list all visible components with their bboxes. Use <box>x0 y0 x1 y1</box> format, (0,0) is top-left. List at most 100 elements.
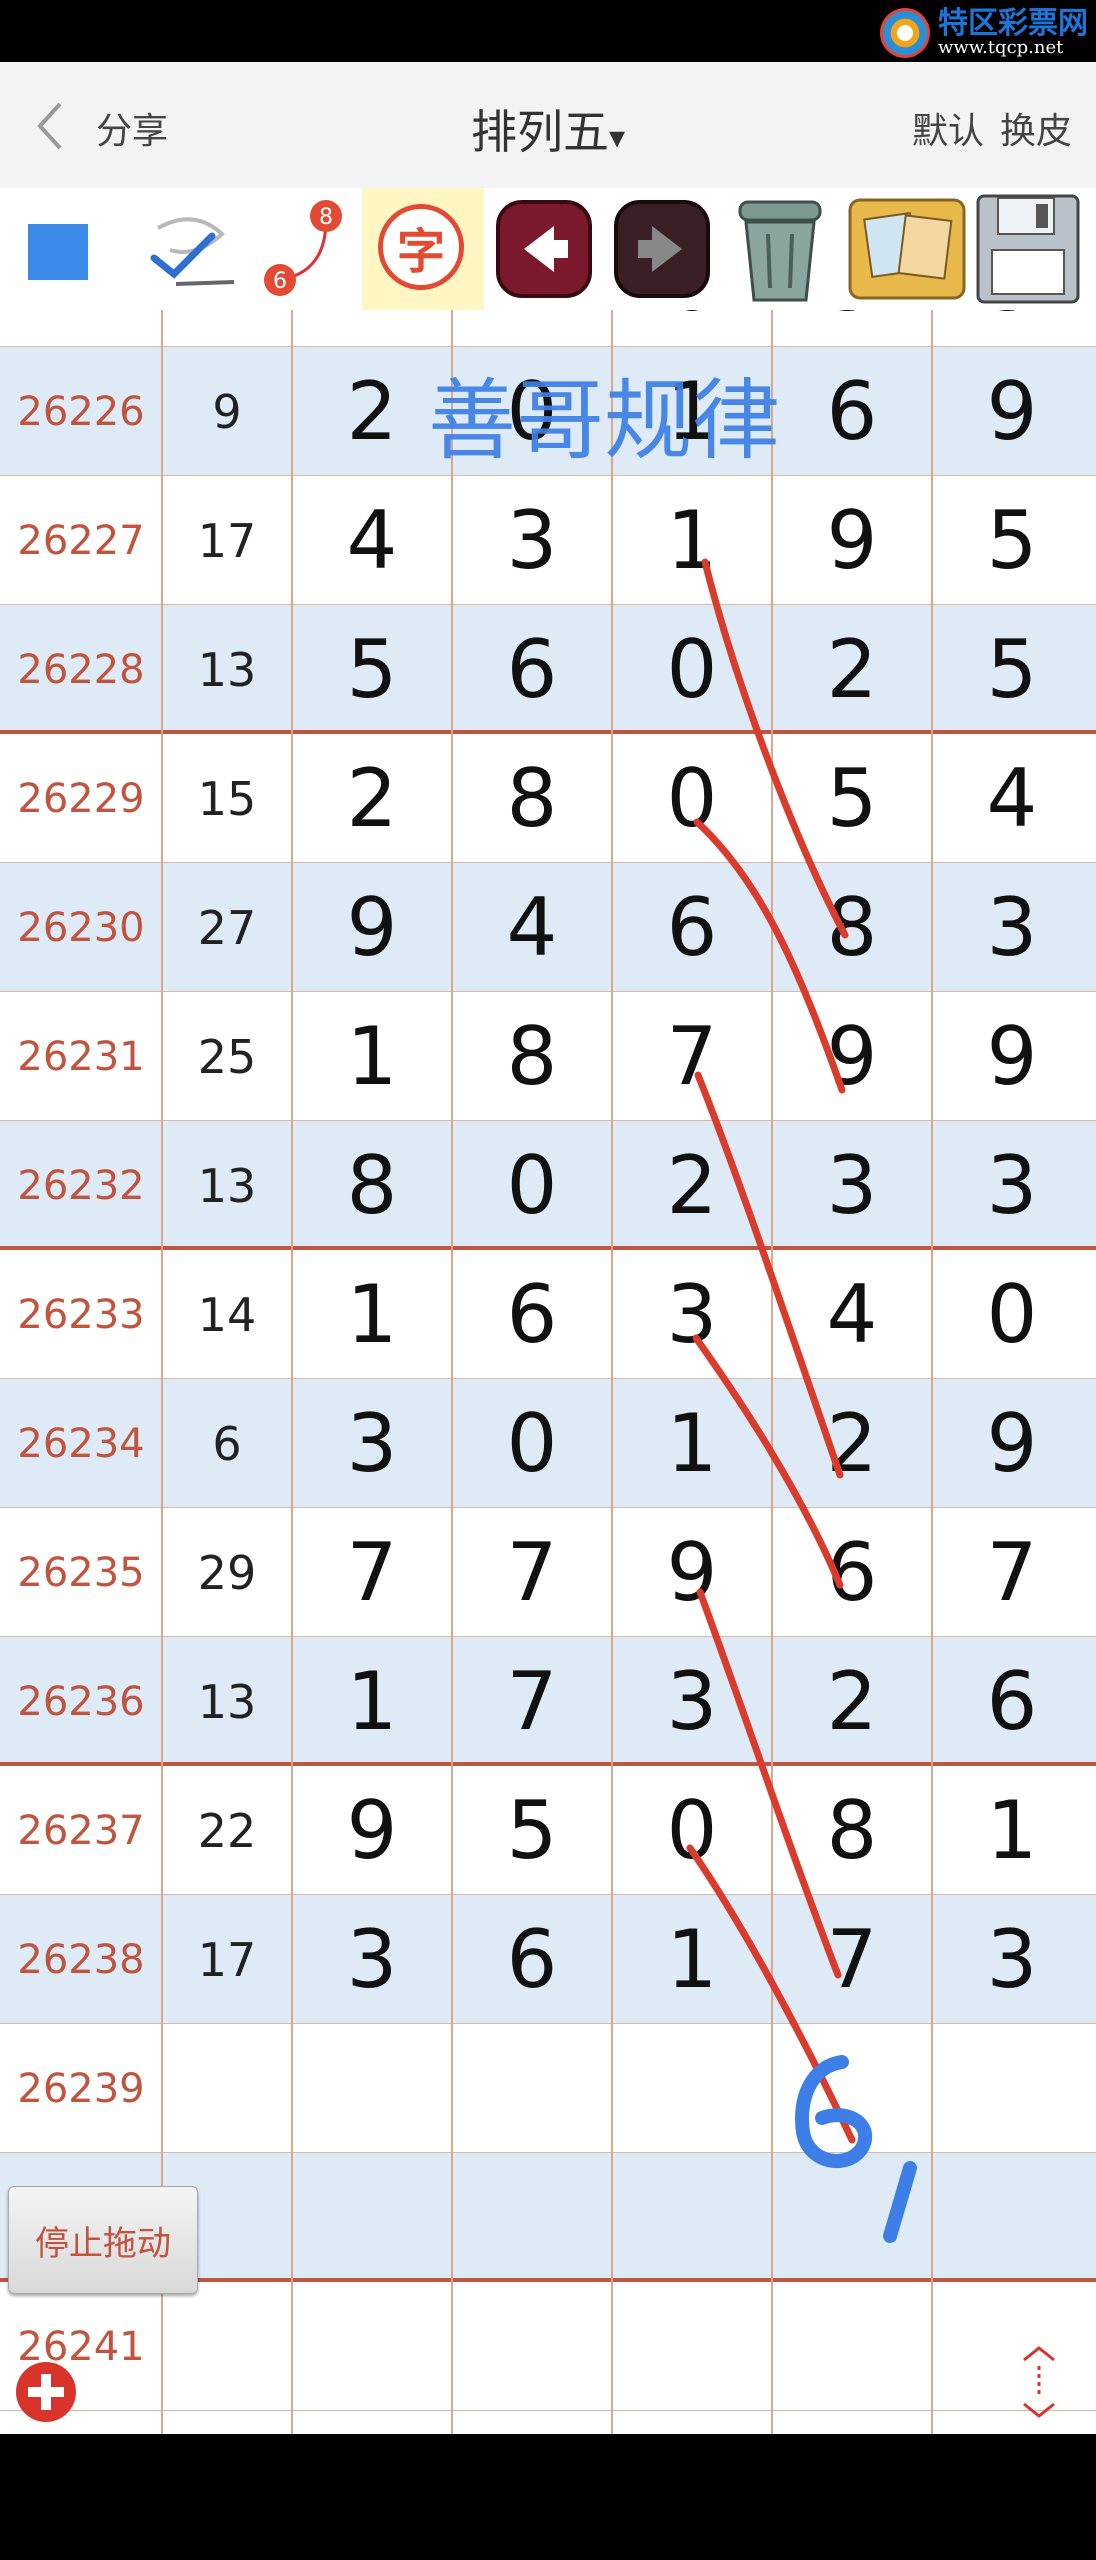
digit-cell-3[interactable]: 3 <box>612 1250 772 1379</box>
digit-cell-3[interactable]: 1 <box>612 347 772 476</box>
digit-cell-2[interactable]: 0 <box>452 1121 612 1250</box>
digit-cell-1[interactable]: 2 <box>292 347 452 476</box>
digit-cell-4[interactable]: 6 <box>772 1508 932 1637</box>
digit-cell-3[interactable]: 9 <box>612 1508 772 1637</box>
digit-cell-2[interactable]: 8 <box>452 734 612 863</box>
digit-cell-3[interactable] <box>612 2153 772 2282</box>
digit-cell-2[interactable]: 4 <box>452 863 612 992</box>
digit-cell-4[interactable]: 2 <box>772 1379 932 1508</box>
digit-cell-5[interactable]: 9 <box>932 1379 1092 1508</box>
undo-button[interactable] <box>494 188 594 310</box>
digit-cell-1[interactable]: 1 <box>292 992 452 1121</box>
digit-cell-3[interactable]: 1 <box>612 1379 772 1508</box>
digit-cell-4[interactable]: 2 <box>772 605 932 734</box>
add-circle-icon[interactable] <box>14 2360 78 2424</box>
lottery-results-grid[interactable]: 2622511110552622692016926227174319526228… <box>0 310 1096 2434</box>
digit-cell-3[interactable]: 0 <box>612 605 772 734</box>
digit-cell-5[interactable] <box>932 2024 1092 2153</box>
digit-cell-4[interactable]: 2 <box>772 1637 932 1766</box>
digit-cell-5[interactable]: 5 <box>932 310 1092 347</box>
digit-cell-2[interactable]: 6 <box>452 605 612 734</box>
digit-cell-1[interactable] <box>292 2282 452 2411</box>
digit-cell-3[interactable]: 0 <box>612 734 772 863</box>
digit-cell-4[interactable] <box>772 2024 932 2153</box>
digit-cell-4[interactable]: 7 <box>772 1895 932 2024</box>
digit-cell-3[interactable]: 1 <box>612 476 772 605</box>
square-tool-button[interactable] <box>0 188 118 310</box>
digit-cell-1[interactable]: 1 <box>292 1637 452 1766</box>
pen-tool-button[interactable] <box>136 188 246 310</box>
digit-cell-5[interactable]: 3 <box>932 1121 1092 1250</box>
default-button[interactable]: 默认 <box>912 102 984 154</box>
digit-cell-3[interactable]: 0 <box>612 310 772 347</box>
digit-cell-5[interactable] <box>932 2153 1092 2282</box>
digit-cell-5[interactable]: 7 <box>932 1508 1092 1637</box>
number-tool-button[interactable]: 8 6 <box>252 188 350 310</box>
digit-cell-5[interactable]: 3 <box>932 863 1092 992</box>
digit-cell-2[interactable]: 0 <box>452 1379 612 1508</box>
digit-cell-5[interactable]: 9 <box>932 347 1092 476</box>
digit-cell-4[interactable] <box>772 2282 932 2411</box>
digit-cell-1[interactable]: 7 <box>292 1508 452 1637</box>
digit-cell-4[interactable]: 9 <box>772 476 932 605</box>
digit-cell-2[interactable]: 6 <box>452 1895 612 2024</box>
digit-cell-2[interactable]: 0 <box>452 347 612 476</box>
digit-cell-5[interactable]: 9 <box>932 992 1092 1121</box>
digit-cell-4[interactable]: 5 <box>772 310 932 347</box>
digit-cell-4[interactable]: 8 <box>772 1766 932 1895</box>
change-skin-button[interactable]: 换皮 <box>1000 102 1072 154</box>
digit-cell-1[interactable]: 9 <box>292 863 452 992</box>
digit-cell-5[interactable]: 1 <box>932 1766 1092 1895</box>
digit-cell-1[interactable]: 8 <box>292 1121 452 1250</box>
digit-cell-2[interactable]: 7 <box>452 1508 612 1637</box>
digit-cell-5[interactable]: 4 <box>932 734 1092 863</box>
digit-cell-2[interactable]: 8 <box>452 992 612 1121</box>
digit-cell-3[interactable]: 7 <box>612 992 772 1121</box>
digit-cell-4[interactable]: 8 <box>772 863 932 992</box>
digit-cell-1[interactable]: 1 <box>292 1250 452 1379</box>
scroll-handle-icon[interactable] <box>1016 2344 1062 2420</box>
digit-cell-1[interactable]: 1 <box>292 310 452 347</box>
save-button[interactable] <box>972 188 1084 310</box>
digit-cell-2[interactable]: 3 <box>452 476 612 605</box>
stop-drag-button[interactable]: 停止拖动 <box>8 2186 198 2294</box>
digit-cell-3[interactable]: 0 <box>612 1766 772 1895</box>
digit-cell-1[interactable] <box>292 2153 452 2282</box>
digit-cell-5[interactable]: 0 <box>932 1250 1092 1379</box>
gallery-button[interactable] <box>846 188 968 310</box>
digit-cell-1[interactable]: 4 <box>292 476 452 605</box>
digit-cell-2[interactable] <box>452 2024 612 2153</box>
text-tool-button[interactable]: 字 <box>362 188 484 310</box>
digit-cell-2[interactable]: 1 <box>452 310 612 347</box>
digit-cell-1[interactable] <box>292 2024 452 2153</box>
digit-cell-5[interactable] <box>932 2282 1092 2411</box>
digit-cell-3[interactable] <box>612 2024 772 2153</box>
digit-cell-3[interactable]: 1 <box>612 1895 772 2024</box>
digit-cell-1[interactable]: 5 <box>292 605 452 734</box>
digit-cell-2[interactable]: 5 <box>452 1766 612 1895</box>
digit-cell-4[interactable] <box>772 2153 932 2282</box>
digit-cell-4[interactable]: 5 <box>772 734 932 863</box>
digit-cell-1[interactable]: 3 <box>292 1895 452 2024</box>
digit-cell-3[interactable]: 3 <box>612 1637 772 1766</box>
digit-cell-2[interactable] <box>452 2153 612 2282</box>
digit-cell-3[interactable]: 2 <box>612 1121 772 1250</box>
digit-cell-1[interactable]: 3 <box>292 1379 452 1508</box>
digit-cell-2[interactable]: 6 <box>452 1250 612 1379</box>
digit-cell-4[interactable]: 9 <box>772 992 932 1121</box>
digit-cell-1[interactable]: 9 <box>292 1766 452 1895</box>
digit-cell-5[interactable]: 6 <box>932 1637 1092 1766</box>
redo-button[interactable] <box>612 188 712 310</box>
digit-cell-5[interactable]: 3 <box>932 1895 1092 2024</box>
digit-cell-4[interactable]: 3 <box>772 1121 932 1250</box>
digit-cell-2[interactable]: 7 <box>452 1637 612 1766</box>
digit-cell-5[interactable]: 5 <box>932 476 1092 605</box>
digit-cell-2[interactable] <box>452 2282 612 2411</box>
digit-cell-5[interactable]: 5 <box>932 605 1092 734</box>
digit-cell-4[interactable]: 6 <box>772 347 932 476</box>
digit-cell-3[interactable]: 6 <box>612 863 772 992</box>
digit-cell-1[interactable]: 2 <box>292 734 452 863</box>
digit-cell-4[interactable]: 4 <box>772 1250 932 1379</box>
clear-button[interactable] <box>724 188 836 310</box>
digit-cell-3[interactable] <box>612 2282 772 2411</box>
